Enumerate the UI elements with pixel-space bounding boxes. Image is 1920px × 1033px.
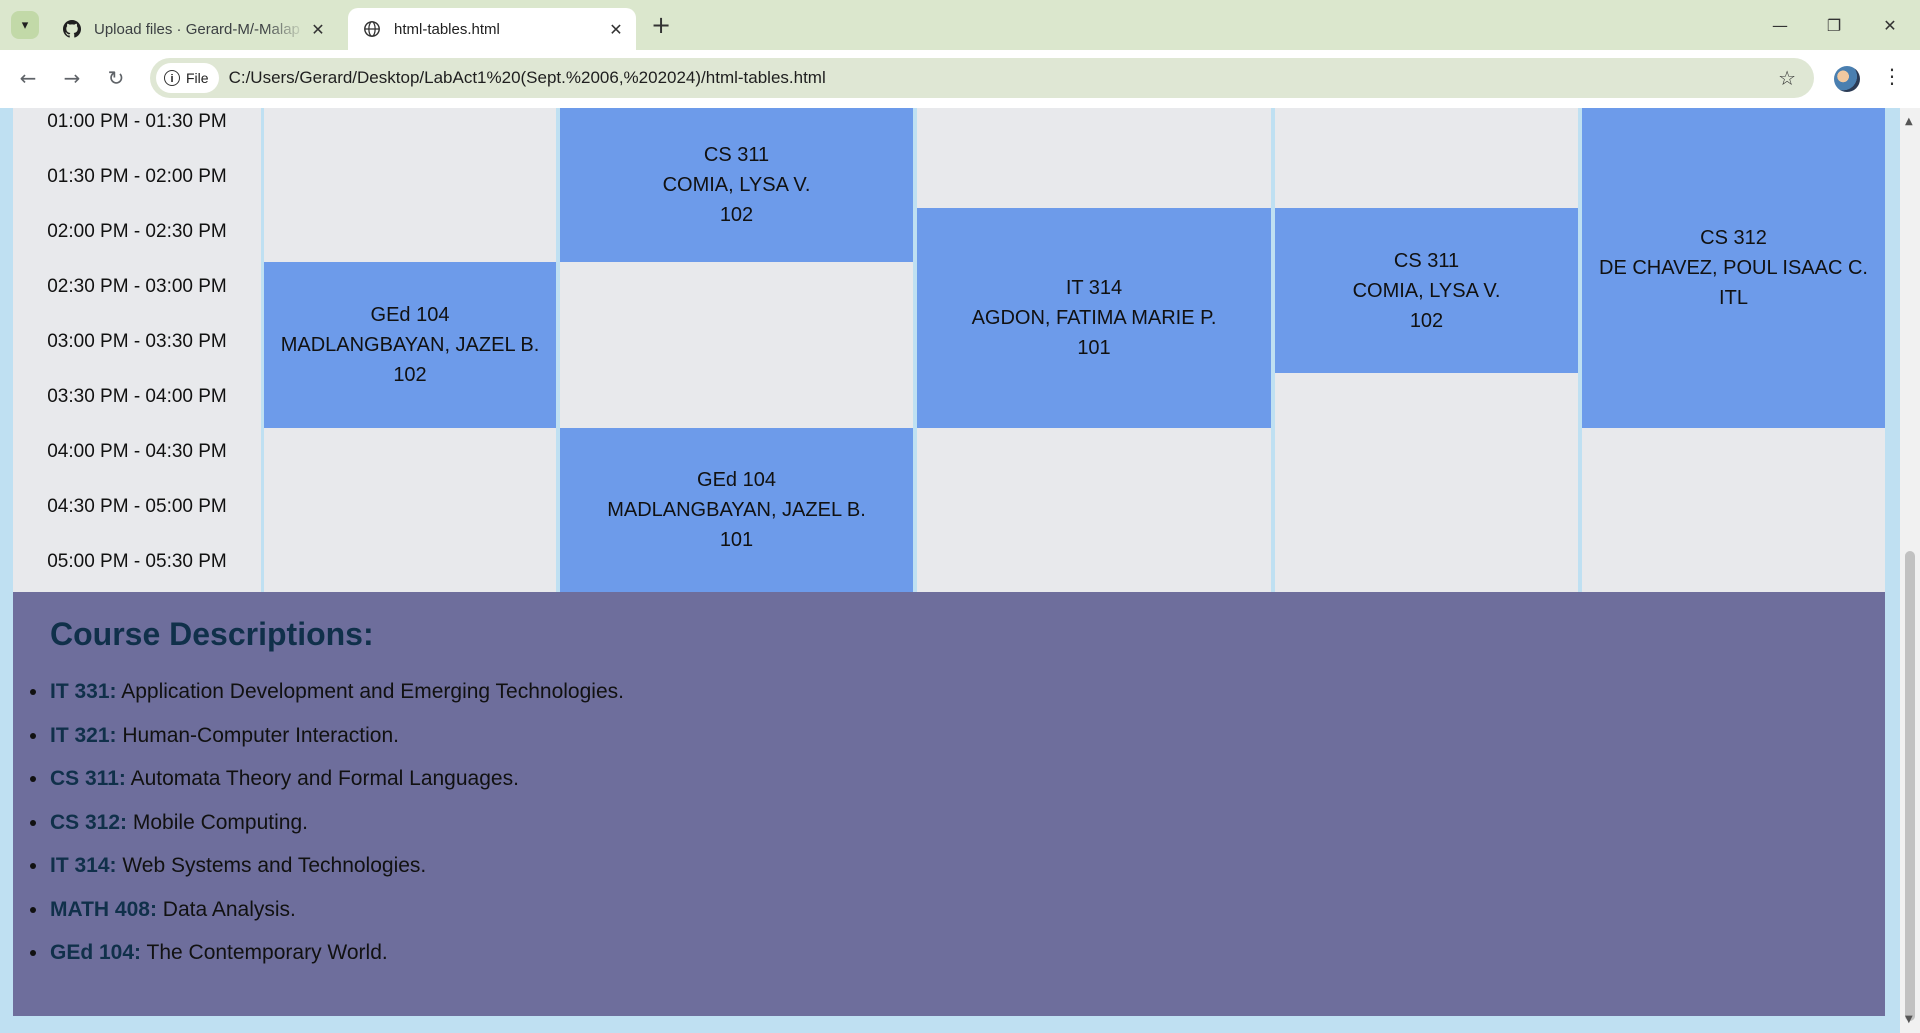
class-instructor: MADLANGBAYAN, JAZEL B.: [280, 334, 540, 356]
class-block: IT 314 AGDON, FATIMA MARIE P. 101: [917, 208, 1271, 428]
class-room: 101: [719, 529, 754, 551]
class-course: IT 314: [1065, 277, 1123, 299]
course-code: IT 331:: [50, 680, 117, 703]
class-block: GEd 104 MADLANGBAYAN, JAZEL B. 102: [264, 262, 556, 428]
close-icon[interactable]: ✕: [306, 17, 330, 41]
class-room: 101: [1077, 337, 1111, 359]
time-slot: 03:30 PM - 04:00 PM: [47, 386, 227, 407]
close-window-icon[interactable]: ✕: [1862, 8, 1918, 42]
class-instructor: COMIA, LYSA V.: [662, 174, 811, 196]
tab-upload-files[interactable]: Upload files · Gerard-M/-Malap ✕: [48, 8, 338, 50]
minimize-icon[interactable]: —: [1752, 8, 1808, 42]
time-slot: 04:30 PM - 05:00 PM: [47, 496, 227, 517]
descriptions-list: IT 331: Application Development and Emer…: [13, 670, 624, 975]
class-course: GEd 104: [697, 469, 776, 491]
class-block: CS 311 COMIA, LYSA V. 102: [1275, 208, 1578, 373]
list-item: GEd 104: The Contemporary World.: [30, 931, 624, 975]
time-slot: 03:00 PM - 03:30 PM: [47, 331, 227, 352]
class-instructor: COMIA, LYSA V.: [1352, 279, 1501, 302]
globe-icon: [362, 19, 382, 39]
course-description: Web Systems and Technologies.: [116, 854, 427, 877]
list-item: MATH 408: Data Analysis.: [30, 888, 624, 932]
course-code: CS 311:: [50, 767, 126, 790]
class-block: CS 311 COMIA, LYSA V. 102: [560, 108, 913, 262]
url-text[interactable]: C:/Users/Gerard/Desktop/LabAct1%20(Sept.…: [229, 68, 826, 88]
list-item: IT 331: Application Development and Emer…: [30, 670, 624, 714]
page-scrollbar[interactable]: ▲ ▼: [1900, 108, 1920, 1033]
course-code: CS 312:: [50, 810, 128, 834]
scheme-label: File: [186, 70, 209, 86]
time-slot: 04:00 PM - 04:30 PM: [47, 441, 227, 462]
browser-toolbar: ← → ↻ i File C:/Users/Gerard/Desktop/Lab…: [0, 50, 1920, 108]
course-description: Application Development and Emerging Tec…: [116, 680, 624, 703]
new-tab-icon[interactable]: +: [648, 13, 674, 39]
scroll-down-icon[interactable]: ▼: [1905, 1014, 1913, 1025]
time-slot: 05:00 PM - 05:30 PM: [47, 551, 227, 572]
class-instructor: MADLANGBAYAN, JAZEL B.: [607, 499, 866, 521]
scrollbar-thumb[interactable]: [1905, 551, 1915, 1021]
class-room: 102: [393, 364, 427, 386]
scroll-up-icon[interactable]: ▲: [1905, 116, 1913, 127]
course-description: The Contemporary World.: [141, 941, 388, 964]
class-block: GEd 104 MADLANGBAYAN, JAZEL B. 101: [560, 428, 913, 592]
list-item: CS 311: Automata Theory and Formal Langu…: [30, 757, 624, 801]
course-code: GEd 104:: [50, 941, 142, 964]
tab-strip: ▾ Upload files · Gerard-M/-Malap ✕ html-…: [0, 0, 1920, 50]
class-course: CS 311: [1393, 249, 1460, 272]
class-instructor: AGDON, FATIMA MARIE P.: [971, 307, 1217, 329]
descriptions-heading: Course Descriptions:: [50, 616, 374, 652]
time-slot: 01:30 PM - 02:00 PM: [47, 166, 227, 187]
tab-title: Upload files · Gerard-M/-Malap: [94, 20, 300, 38]
tab-search-button[interactable]: ▾: [11, 11, 39, 39]
course-description: Mobile Computing.: [127, 810, 308, 834]
back-icon[interactable]: ←: [12, 62, 44, 94]
page-content: 01:00 PM - 01:30 PM 01:30 PM - 02:00 PM …: [0, 108, 1900, 1033]
class-course: CS 312: [1700, 227, 1767, 249]
bookmark-star-icon[interactable]: ☆: [1778, 66, 1796, 90]
course-code: IT 314:: [50, 854, 117, 877]
course-code: IT 321:: [50, 723, 117, 747]
course-code: MATH 408:: [50, 897, 157, 921]
class-course: GEd 104: [370, 304, 450, 326]
class-instructor: DE CHAVEZ, POUL ISAAC C.: [1599, 257, 1868, 279]
time-slot: 02:00 PM - 02:30 PM: [47, 221, 227, 242]
course-descriptions: Course Descriptions: IT 331: Application…: [13, 592, 1885, 1016]
menu-kebab-icon[interactable]: ⋮: [1882, 64, 1902, 88]
restore-icon[interactable]: ❐: [1806, 8, 1862, 42]
class-room: ITL: [1719, 287, 1748, 309]
github-icon: [62, 19, 82, 39]
chevron-down-icon: ▾: [21, 17, 29, 33]
list-item: IT 314: Web Systems and Technologies.: [30, 844, 624, 888]
class-course: CS 311: [703, 144, 770, 166]
course-description: Data Analysis.: [156, 897, 296, 921]
class-block: CS 312 DE CHAVEZ, POUL ISAAC C. ITL: [1582, 108, 1885, 428]
class-room: 102: [719, 204, 754, 226]
class-room: 102: [1409, 309, 1444, 332]
close-icon[interactable]: ✕: [604, 17, 628, 41]
site-info-chip[interactable]: i File: [156, 63, 219, 93]
address-bar[interactable]: i File C:/Users/Gerard/Desktop/LabAct1%2…: [150, 58, 1814, 98]
time-column: 01:00 PM - 01:30 PM 01:30 PM - 02:00 PM …: [13, 108, 261, 592]
course-description: Automata Theory and Formal Languages.: [125, 767, 519, 790]
forward-icon[interactable]: →: [56, 62, 88, 94]
tab-html-tables[interactable]: html-tables.html ✕: [348, 8, 636, 50]
tab-title: html-tables.html: [394, 20, 500, 38]
list-item: IT 321: Human-Computer Interaction.: [30, 714, 624, 758]
info-icon: i: [164, 70, 180, 86]
reload-icon[interactable]: ↻: [100, 62, 132, 94]
course-description: Human-Computer Interaction.: [116, 723, 399, 747]
time-slot: 01:00 PM - 01:30 PM: [47, 111, 227, 132]
list-item: CS 312: Mobile Computing.: [30, 801, 624, 845]
profile-avatar[interactable]: [1834, 66, 1860, 92]
time-slot: 02:30 PM - 03:00 PM: [47, 276, 227, 297]
